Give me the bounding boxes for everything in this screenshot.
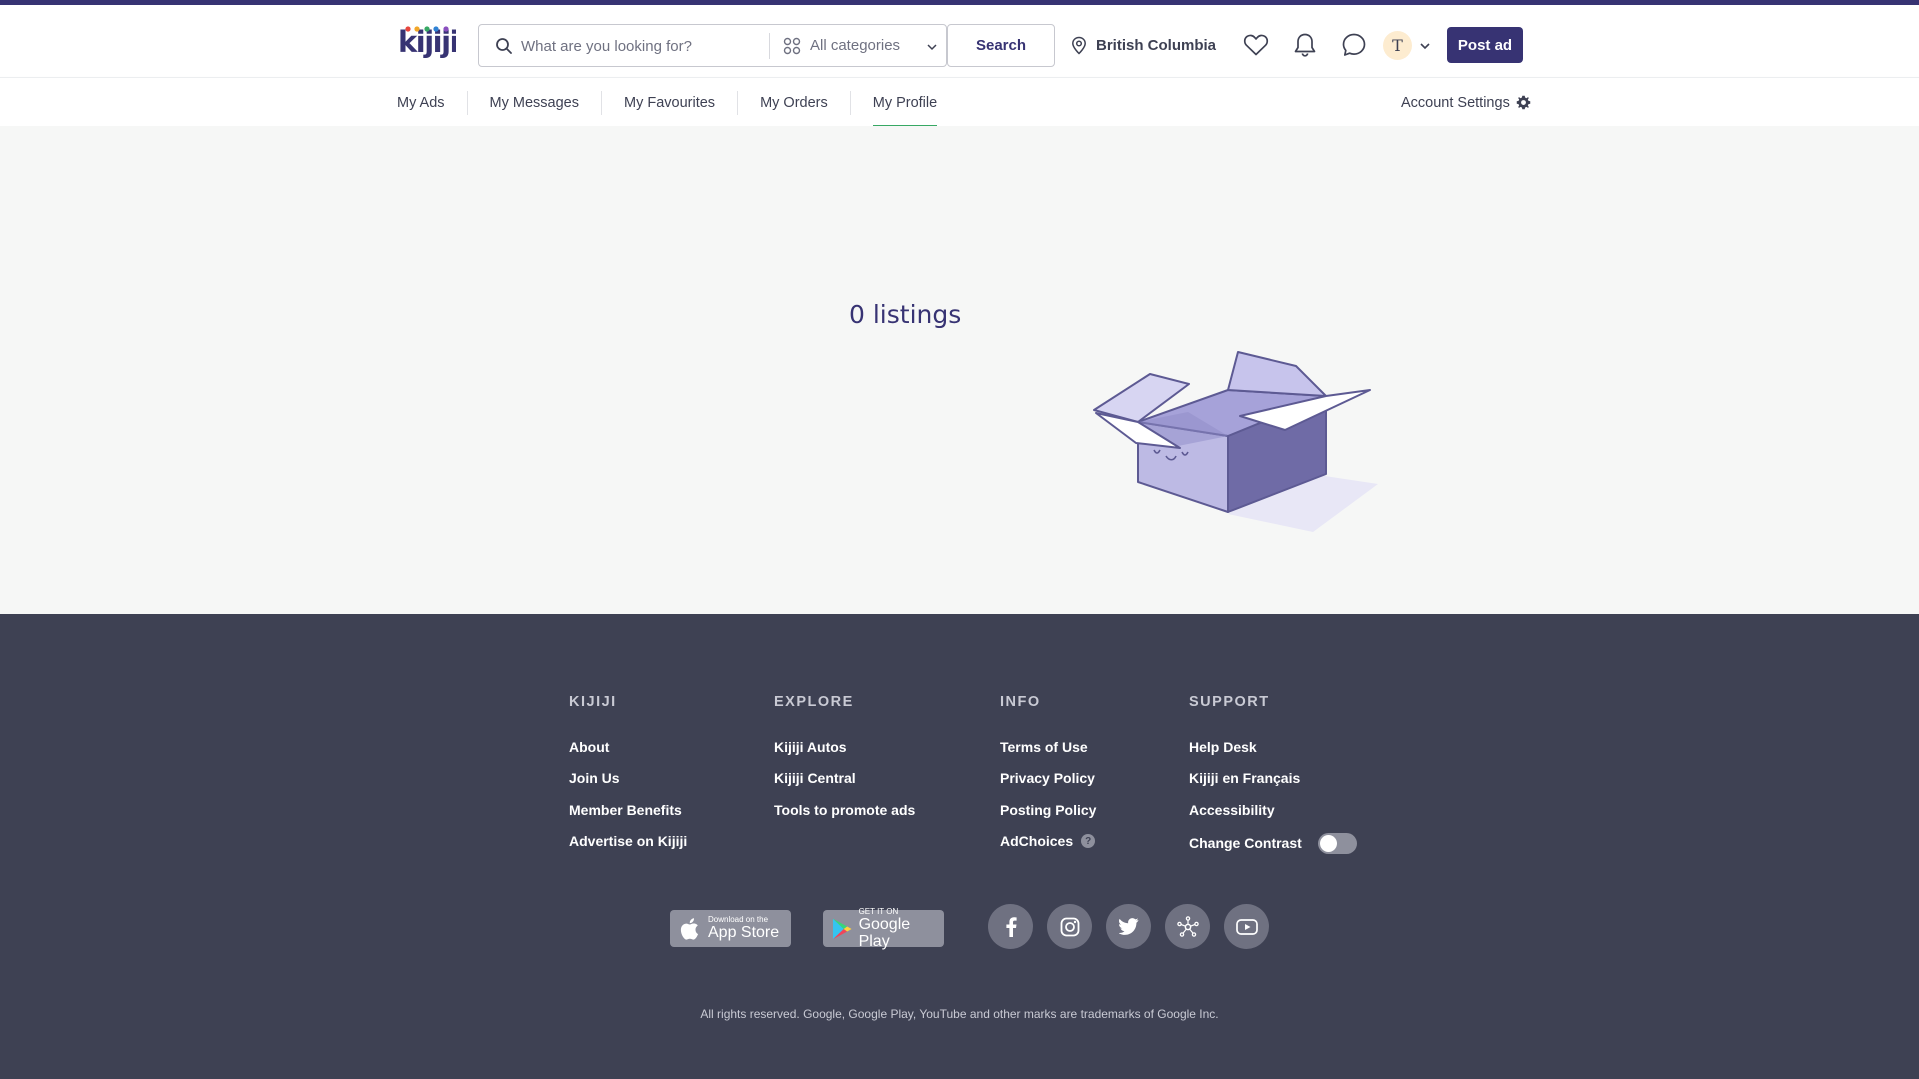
footer-link-kijiji-autos[interactable]: Kijiji Autos [774,731,915,763]
footer-column-info: INFO Terms of Use Privacy Policy Posting… [1000,694,1096,857]
categories-grid-icon [783,37,801,55]
location-selector[interactable]: British Columbia [1071,31,1216,59]
gear-icon [1516,95,1531,110]
footer-link-adchoices[interactable]: AdChoices ? [1000,826,1096,858]
network-icon[interactable] [1165,904,1210,949]
facebook-icon[interactable] [988,904,1033,949]
notifications-bell-icon[interactable] [1290,30,1320,60]
tab-divider [466,90,468,115]
footer-link-terms[interactable]: Terms of Use [1000,731,1096,763]
kijiji-logo[interactable]: kijiji [398,23,460,63]
user-avatar[interactable]: T [1383,31,1412,60]
tab-my-messages[interactable]: My Messages [490,78,579,127]
google-play-badge[interactable]: GET IT ON Google Play [823,906,944,950]
footer-link-accessibility[interactable]: Accessibility [1189,794,1357,826]
footer-heading: KIJIJI [569,694,617,710]
account-subnav: My Ads My Messages My Favourites My Orde… [0,77,1919,127]
footer-column-kijiji: KIJIJI About Join Us Member Benefits Adv… [569,694,687,857]
footer-link-advertise[interactable]: Advertise on Kijiji [569,826,687,858]
account-settings-link[interactable]: Account Settings [1401,78,1531,127]
footer-link-kijiji-central[interactable]: Kijiji Central [774,763,915,795]
footer-link-about[interactable]: About [569,731,687,763]
tab-my-orders[interactable]: My Orders [760,78,828,127]
change-contrast-row: Change Contrast [1189,826,1357,861]
help-question-icon[interactable]: ? [1081,834,1096,849]
category-select[interactable]: All categories [783,25,948,66]
search-input[interactable] [521,31,761,61]
footer-link-kijiji-en-francais[interactable]: Kijiji en Français [1189,763,1357,795]
change-contrast-toggle[interactable] [1317,832,1357,854]
search-bar: All categories [478,24,947,67]
search-button[interactable]: Search [947,24,1055,67]
tab-divider [849,90,851,115]
chevron-down-icon [926,40,938,52]
avatar-chevron-down-icon[interactable] [1419,39,1431,51]
tab-divider [737,90,739,115]
search-divider [769,33,770,59]
footer-column-explore: EXPLORE Kijiji Autos Kijiji Central Tool… [774,694,915,826]
listings-count: 0 listings [849,300,962,329]
app-store-big-text: App Store [708,924,780,941]
footer-heading: EXPLORE [774,694,854,710]
tab-my-profile[interactable]: My Profile [872,78,938,127]
post-ad-button[interactable]: Post ad [1447,27,1523,63]
tab-my-ads[interactable]: My Ads [397,78,445,127]
main-content: 0 listings [0,126,1919,614]
site-footer: KIJIJI About Join Us Member Benefits Adv… [0,614,1919,1079]
instagram-icon[interactable] [1047,904,1092,949]
app-store-small-text: Download on the [708,915,769,924]
google-play-big-text: Google Play [858,915,911,950]
messages-chat-icon[interactable] [1339,30,1369,60]
location-pin-icon [1072,36,1086,55]
footer-link-join-us[interactable]: Join Us [569,763,687,795]
footer-link-posting-policy[interactable]: Posting Policy [1000,794,1096,826]
twitter-icon[interactable] [1106,904,1151,949]
google-play-small-text: GET IT ON [858,906,899,916]
site-header: kijiji All categories Search British Col… [0,5,1919,77]
favourites-heart-icon[interactable] [1241,30,1271,60]
apple-icon [680,917,699,940]
tab-divider [601,90,602,115]
copyright-notice: All rights reserved. Google, Google Play… [700,1007,1219,1021]
footer-heading: SUPPORT [1189,694,1270,710]
footer-heading: INFO [1000,694,1041,710]
tab-my-favourites[interactable]: My Favourites [624,78,715,127]
search-icon [495,37,513,55]
category-label: All categories [810,37,901,54]
change-contrast-label: Change Contrast [1189,835,1302,851]
toggle-knob [1319,834,1337,852]
adchoices-label: AdChoices [1000,833,1074,850]
footer-link-member-benefits[interactable]: Member Benefits [569,794,687,826]
footer-link-tools-to-promote[interactable]: Tools to promote ads [774,794,915,826]
footer-column-support: SUPPORT Help Desk Kijiji en Français Acc… [1189,694,1357,861]
location-label: British Columbia [1096,36,1217,54]
google-play-icon [832,918,852,939]
app-store-badge[interactable]: Download on the App Store [670,910,791,947]
empty-box-illustration [1088,344,1384,536]
youtube-icon[interactable] [1224,904,1269,949]
account-tabs: My Ads My Messages My Favourites My Orde… [397,78,938,127]
footer-link-help-desk[interactable]: Help Desk [1189,731,1357,763]
account-settings-label: Account Settings [1401,94,1510,111]
footer-link-privacy[interactable]: Privacy Policy [1000,763,1096,795]
